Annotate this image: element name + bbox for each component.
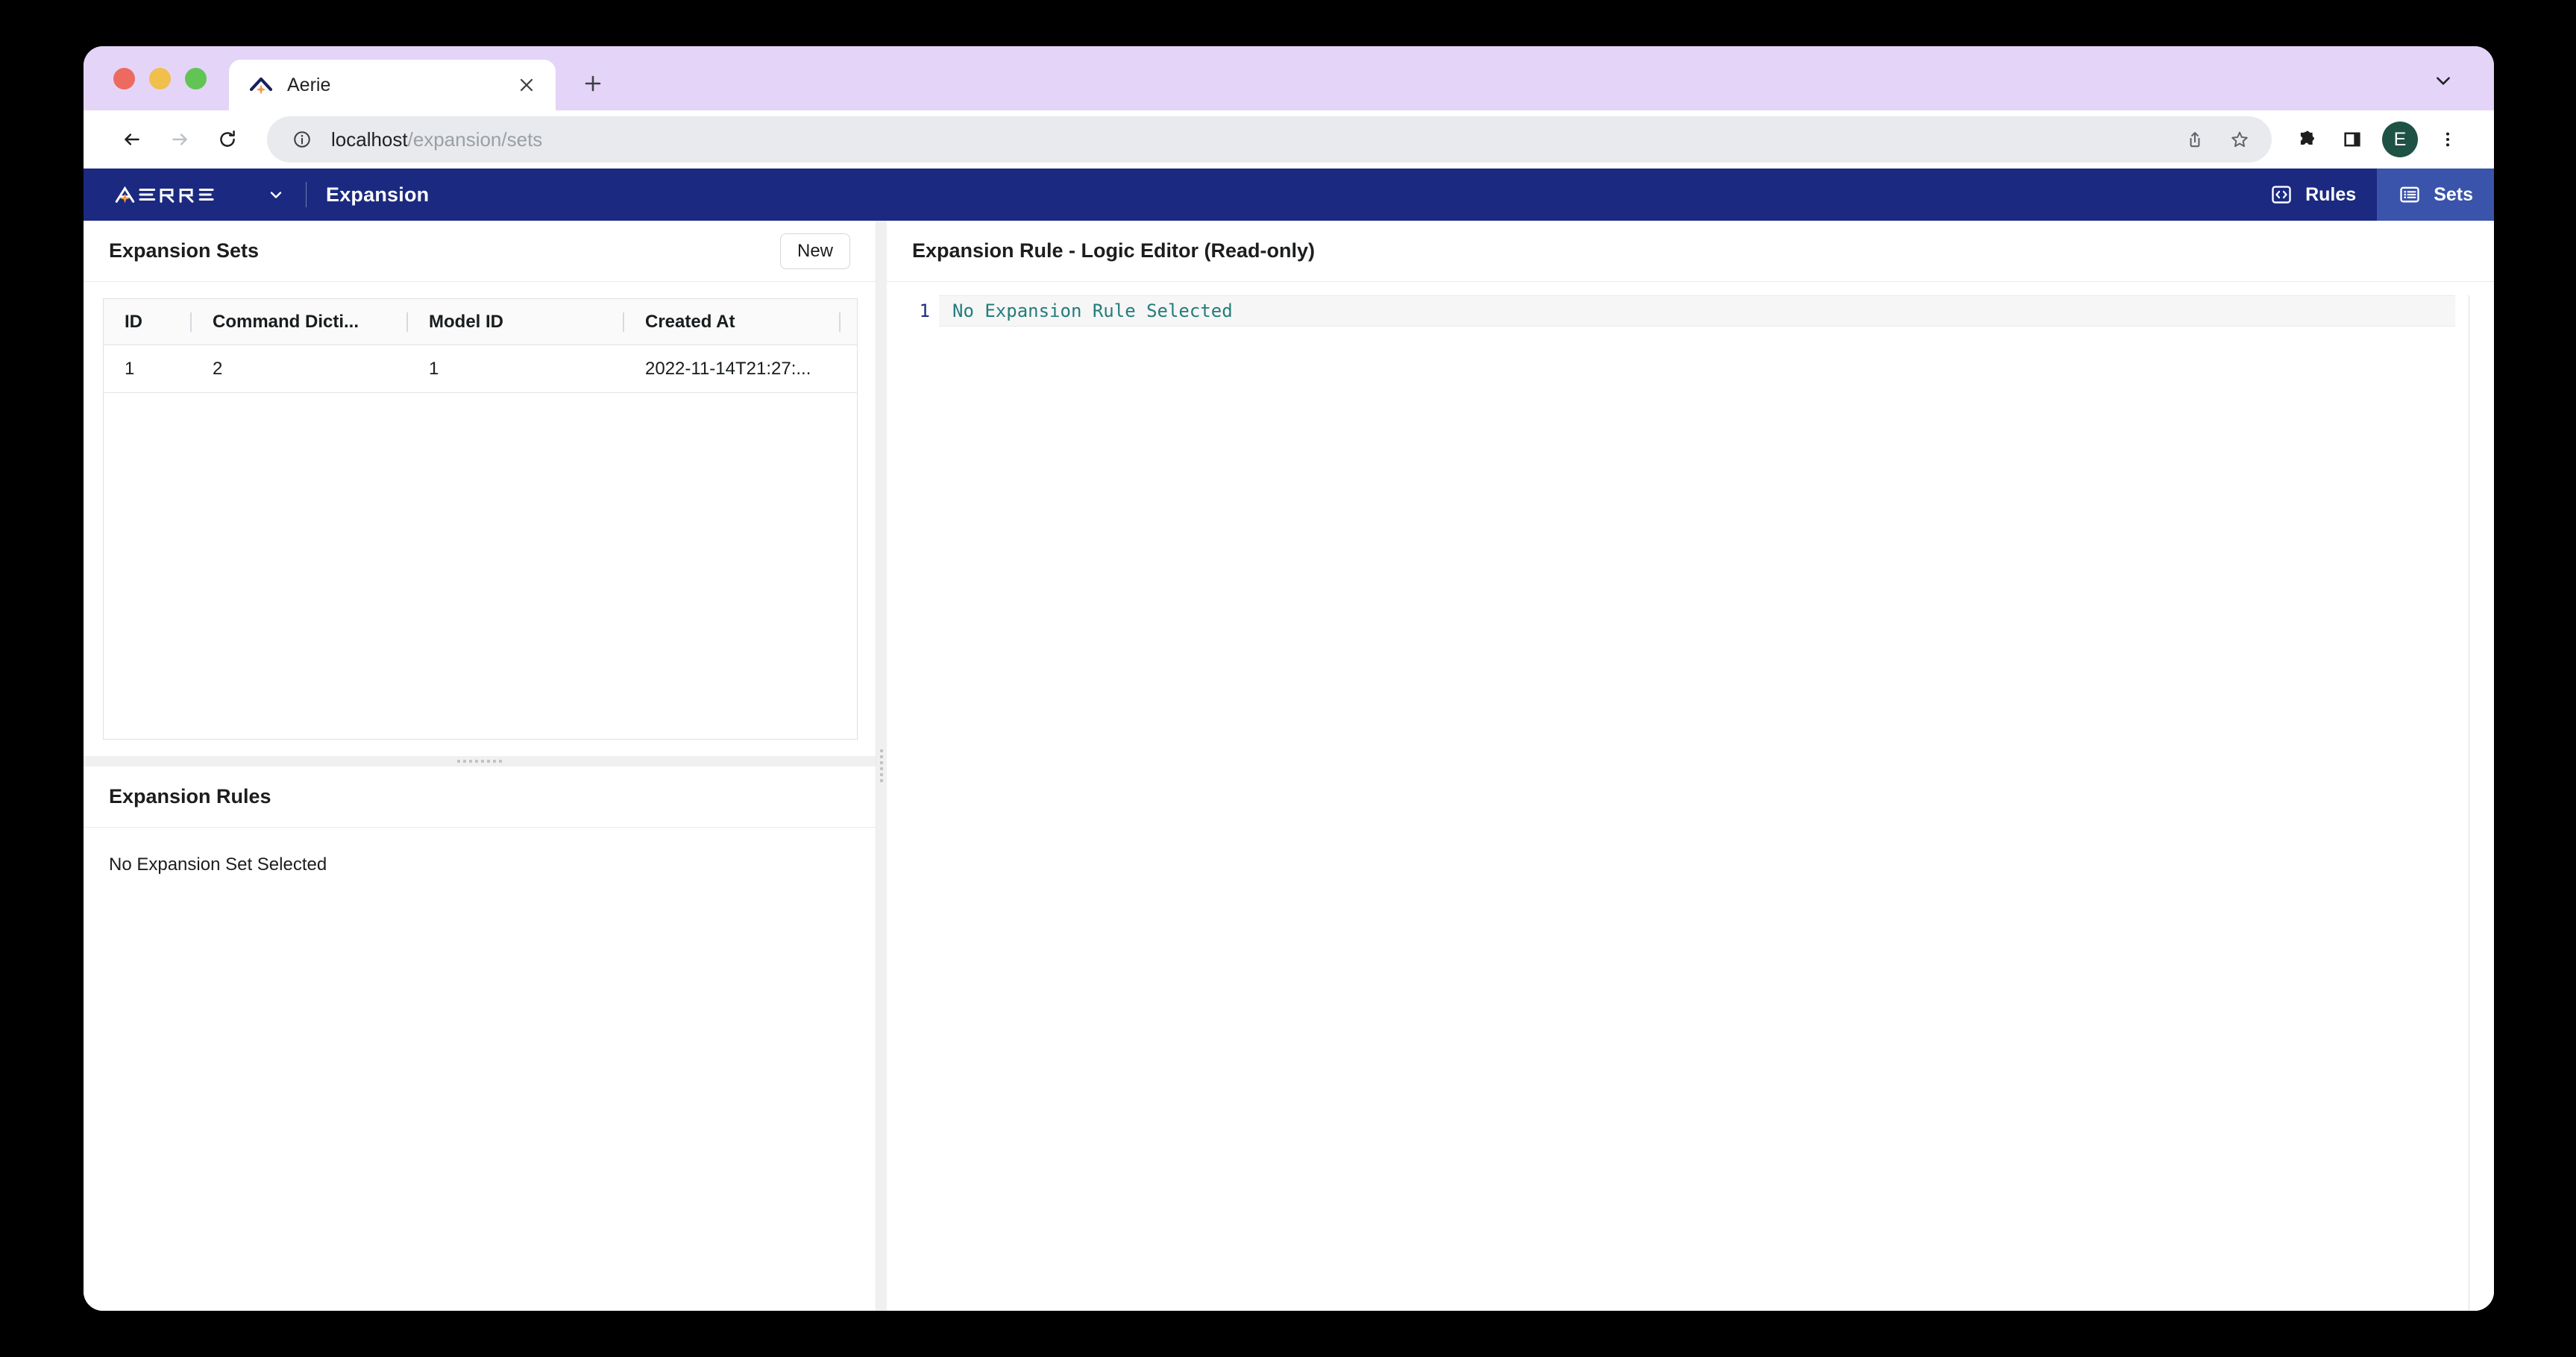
window-controls <box>84 68 207 110</box>
grip-dot <box>880 773 883 776</box>
close-icon[interactable] <box>514 72 539 98</box>
grip-dot <box>481 760 484 763</box>
grip-dot <box>880 761 883 764</box>
header-nav: Rules Sets <box>2249 169 2494 221</box>
column-header-id[interactable]: ID <box>104 299 192 344</box>
aerie-logo <box>109 184 255 205</box>
line-number: 1 <box>919 300 930 321</box>
info-circle-icon[interactable] <box>289 127 315 152</box>
omnibox-actions <box>2175 119 2264 160</box>
browser-toolbar: localhost/expansion/sets E <box>84 110 2494 169</box>
minimize-window-button[interactable] <box>149 68 171 89</box>
expansion-rules-panel: Expansion Rules No Expansion Set Selecte… <box>84 766 876 1311</box>
table-row[interactable]: 1 2 1 2022-11-14T21:27:... <box>104 345 857 393</box>
page-title: Expansion <box>326 183 430 206</box>
grip-dot <box>880 767 883 770</box>
code-text[interactable]: No Expansion Rule Selected <box>939 295 2455 327</box>
app-header: Expansion Rules Sets <box>84 169 2494 221</box>
address-bar[interactable]: localhost/expansion/sets <box>267 116 2272 163</box>
back-arrow-icon[interactable] <box>110 118 154 161</box>
grip-dot <box>880 749 883 752</box>
browser-tab-aerie[interactable]: Aerie <box>229 60 556 110</box>
tab-strip: Aerie <box>84 46 2494 110</box>
logic-editor-header: Expansion Rule - Logic Editor (Read-only… <box>887 221 2494 282</box>
code-line: 1 No Expansion Rule Selected <box>887 295 2494 327</box>
star-icon[interactable] <box>2220 119 2260 160</box>
maximize-window-button[interactable] <box>185 68 207 89</box>
nav-item-sets[interactable]: Sets <box>2377 169 2494 221</box>
expansion-sets-panel: Expansion Sets New ID Command Dicti... M… <box>84 221 876 756</box>
nav-item-rules[interactable]: Rules <box>2249 169 2377 221</box>
editor-scrollbar[interactable] <box>2469 295 2484 1311</box>
cell-created-at: 2022-11-14T21:27:... <box>645 358 811 379</box>
url-path: /expansion/sets <box>407 127 543 151</box>
cell-command-dictionary: 2 <box>213 358 223 379</box>
avatar[interactable]: E <box>2382 122 2418 157</box>
logic-editor-panel: Expansion Rule - Logic Editor (Read-only… <box>887 221 2494 1311</box>
code-brackets-icon <box>2269 183 2293 207</box>
grip-dot <box>469 760 472 763</box>
vertical-splitter[interactable] <box>876 221 887 1311</box>
grip-dot <box>880 779 883 782</box>
app-body: Expansion Sets New ID Command Dicti... M… <box>84 221 2494 1311</box>
table-header-row: ID Command Dicti... Model ID Created At <box>104 299 857 345</box>
expansion-rules-title: Expansion Rules <box>109 785 271 807</box>
grip-dot <box>457 760 460 763</box>
expansion-rules-empty-message: No Expansion Set Selected <box>109 854 327 875</box>
divider <box>306 182 307 207</box>
browser-window: Aerie localhost/expansion/sets E Expansi… <box>84 46 2494 1311</box>
cell-model-id: 1 <box>429 358 439 379</box>
brand[interactable] <box>84 184 286 205</box>
share-icon[interactable] <box>2175 119 2215 160</box>
aerie-chevron-icon <box>248 72 274 98</box>
three-dot-menu-icon[interactable] <box>2427 119 2469 160</box>
chevron-down-icon[interactable] <box>2428 66 2458 95</box>
column-header-command-dictionary[interactable]: Command Dicti... <box>192 299 408 344</box>
nav-item-rules-label: Rules <box>2305 183 2357 205</box>
expansion-sets-title: Expansion Sets <box>109 239 260 262</box>
logic-editor-body[interactable]: 1 No Expansion Rule Selected <box>887 282 2494 1311</box>
cell-id: 1 <box>125 358 135 379</box>
nav-item-sets-label: Sets <box>2434 183 2473 205</box>
grip-dot <box>463 760 466 763</box>
logic-editor-title: Expansion Rule - Logic Editor (Read-only… <box>912 239 1316 262</box>
forward-arrow-icon[interactable] <box>158 118 201 161</box>
grip-dot <box>499 760 502 763</box>
expansion-rules-header: Expansion Rules <box>84 766 876 828</box>
expansion-sets-table: ID Command Dicti... Model ID Created At … <box>103 298 858 740</box>
expansion-sets-header: Expansion Sets New <box>84 221 876 282</box>
column-header-created-at[interactable]: Created At <box>624 299 841 344</box>
horizontal-splitter[interactable] <box>84 756 876 766</box>
toolbar-right-actions: E <box>2287 119 2469 160</box>
grip-dot <box>880 755 883 758</box>
list-icon <box>2398 183 2422 207</box>
tab-title: Aerie <box>287 74 331 95</box>
grip-dot <box>475 760 478 763</box>
url-host: localhost <box>331 127 408 151</box>
column-header-model-id[interactable]: Model ID <box>408 299 624 344</box>
left-column: Expansion Sets New ID Command Dicti... M… <box>84 221 876 1311</box>
reload-icon[interactable] <box>206 118 249 161</box>
grip-dot <box>487 760 490 763</box>
chevron-down-icon[interactable] <box>266 184 286 205</box>
side-panel-icon[interactable] <box>2331 119 2373 160</box>
url-text: localhost/expansion/sets <box>331 128 2175 151</box>
puzzle-piece-icon[interactable] <box>2287 119 2328 160</box>
grip-dot <box>493 760 496 763</box>
close-window-button[interactable] <box>113 68 135 89</box>
new-tab-button[interactable] <box>572 63 614 104</box>
new-expansion-set-button[interactable]: New <box>779 233 850 269</box>
